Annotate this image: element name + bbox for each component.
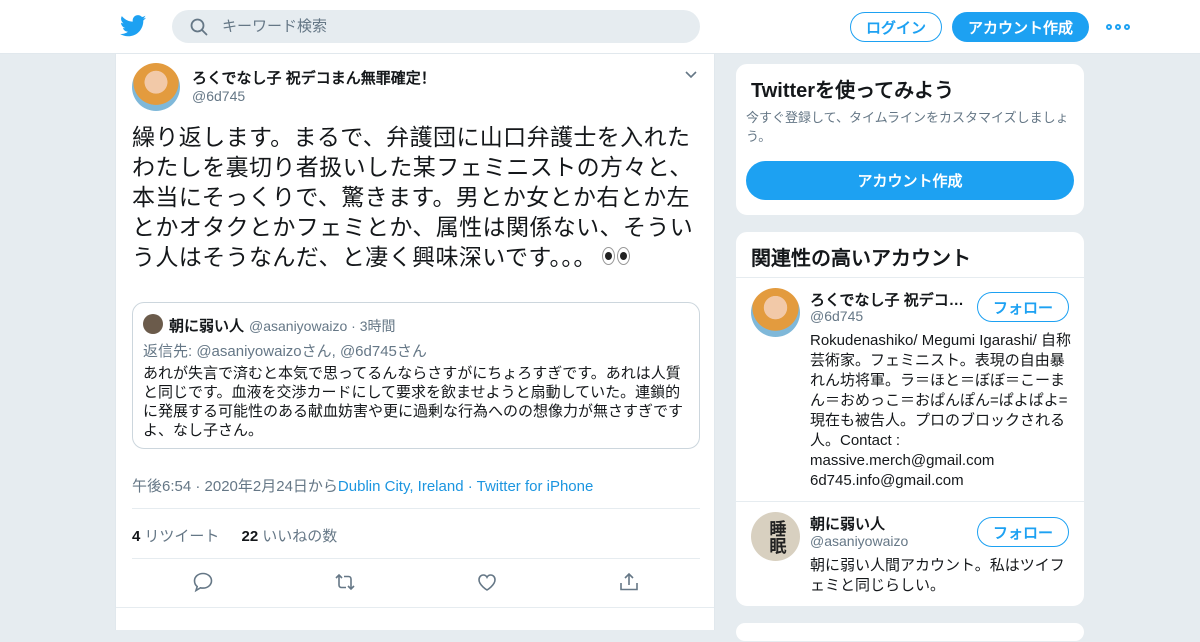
divider bbox=[736, 501, 1084, 502]
next-box bbox=[735, 622, 1085, 642]
try-title: Twitterを使ってみよう bbox=[751, 80, 955, 102]
top-bar: ログイン アカウント作成 bbox=[0, 0, 1200, 54]
tweet-detail: ろくでなし子 祝デコまん無罪確定！ @6d745 繰り返します。まるで、弁護団に… bbox=[115, 54, 715, 630]
try-twitter-box: Twitterを使ってみよう 今すぐ登録して、タイムラインをカスタマイズしましょ… bbox=[735, 63, 1085, 216]
tweet-actions bbox=[132, 571, 700, 595]
twitter-bird-icon[interactable] bbox=[120, 14, 146, 38]
divider bbox=[132, 508, 700, 509]
source-link[interactable]: Twitter for iPhone bbox=[477, 478, 594, 495]
login-button[interactable]: ログイン bbox=[850, 12, 942, 42]
tweet-meta: 午後6:54 · 2020年2月24日からDublin City, Irelan… bbox=[132, 475, 593, 496]
search-input[interactable] bbox=[222, 10, 682, 43]
meta-separator: · bbox=[463, 478, 477, 495]
account-handle[interactable]: @asaniyowaizo bbox=[810, 533, 908, 549]
follow-button[interactable]: フォロー bbox=[977, 517, 1069, 547]
account-avatar[interactable] bbox=[751, 288, 800, 337]
account-avatar[interactable]: 睡眠 bbox=[751, 512, 800, 561]
quote-author-name: 朝に弱い人 bbox=[169, 318, 245, 335]
related-accounts-box: 関連性の高いアカウント ろくでなし子 祝デコまん無罪確定！ @6d745 フォロ… bbox=[735, 231, 1085, 607]
avatar[interactable] bbox=[132, 63, 180, 111]
divider bbox=[736, 277, 1084, 278]
signup-button[interactable]: アカウント作成 bbox=[952, 12, 1089, 42]
quote-author-handle: @asaniyowaizo · 3時間 bbox=[249, 318, 396, 334]
divider bbox=[132, 558, 700, 559]
follow-button[interactable]: フォロー bbox=[977, 292, 1069, 322]
like-stat[interactable]: 22 いいねの数 bbox=[242, 528, 338, 545]
search-box[interactable] bbox=[172, 10, 700, 43]
chevron-down-icon[interactable] bbox=[684, 68, 698, 82]
account-bio: Rokudenashiko/ Megumi Igarashi/ 自称芸術家。フェ… bbox=[810, 332, 1071, 489]
more-menu-icon[interactable] bbox=[1106, 18, 1130, 36]
divider bbox=[116, 607, 714, 608]
avatar-text: 睡眠 bbox=[765, 519, 786, 554]
like-heart-icon[interactable] bbox=[476, 571, 498, 593]
quoted-tweet[interactable]: 朝に弱い人 @asaniyowaizo · 3時間 返信先: @asaniyow… bbox=[132, 302, 700, 449]
retweet-icon[interactable] bbox=[334, 571, 356, 593]
tweet-text: 繰り返します。まるで、弁護団に山口弁護士を入れたわたしを裏切り者扱いした某フェミ… bbox=[132, 122, 707, 272]
retweet-stat[interactable]: 4 リツイート bbox=[132, 528, 219, 545]
related-title: 関連性の高いアカウント bbox=[751, 248, 971, 270]
location-link[interactable]: Dublin City, Ireland bbox=[338, 478, 464, 495]
try-description: 今すぐ登録して、タイムラインをカスタマイズしましょう。 bbox=[746, 110, 1069, 144]
account-name[interactable]: 朝に弱い人 bbox=[810, 513, 970, 534]
account-handle[interactable]: @6d745 bbox=[810, 308, 863, 324]
search-icon bbox=[190, 18, 208, 36]
quote-reply-to: 返信先: @asaniyowaizoさん, @6d745さん bbox=[143, 343, 427, 360]
tweet-stats: 4 リツイート 22 いいねの数 bbox=[132, 525, 337, 546]
share-icon[interactable] bbox=[618, 571, 640, 593]
eyes-emoji-icon bbox=[601, 247, 631, 267]
quote-text: あれが失言で済むと本気で思ってるんならさすがにちょろすぎです。あれは人質と同じで… bbox=[143, 365, 684, 439]
quote-avatar bbox=[143, 314, 163, 334]
create-account-button[interactable]: アカウント作成 bbox=[746, 161, 1074, 200]
reply-icon[interactable] bbox=[192, 571, 214, 593]
account-bio: 朝に弱い人間アカウント。私はツイフェミと同じらしい。 bbox=[810, 557, 1065, 594]
author-handle[interactable]: @6d745 bbox=[192, 88, 245, 104]
tweet-timestamp[interactable]: 午後6:54 · 2020年2月24日から bbox=[132, 478, 338, 495]
account-name[interactable]: ろくでなし子 祝デコまん無罪確定！ bbox=[810, 289, 970, 310]
author-name[interactable]: ろくでなし子 祝デコまん無罪確定！ bbox=[192, 67, 436, 88]
